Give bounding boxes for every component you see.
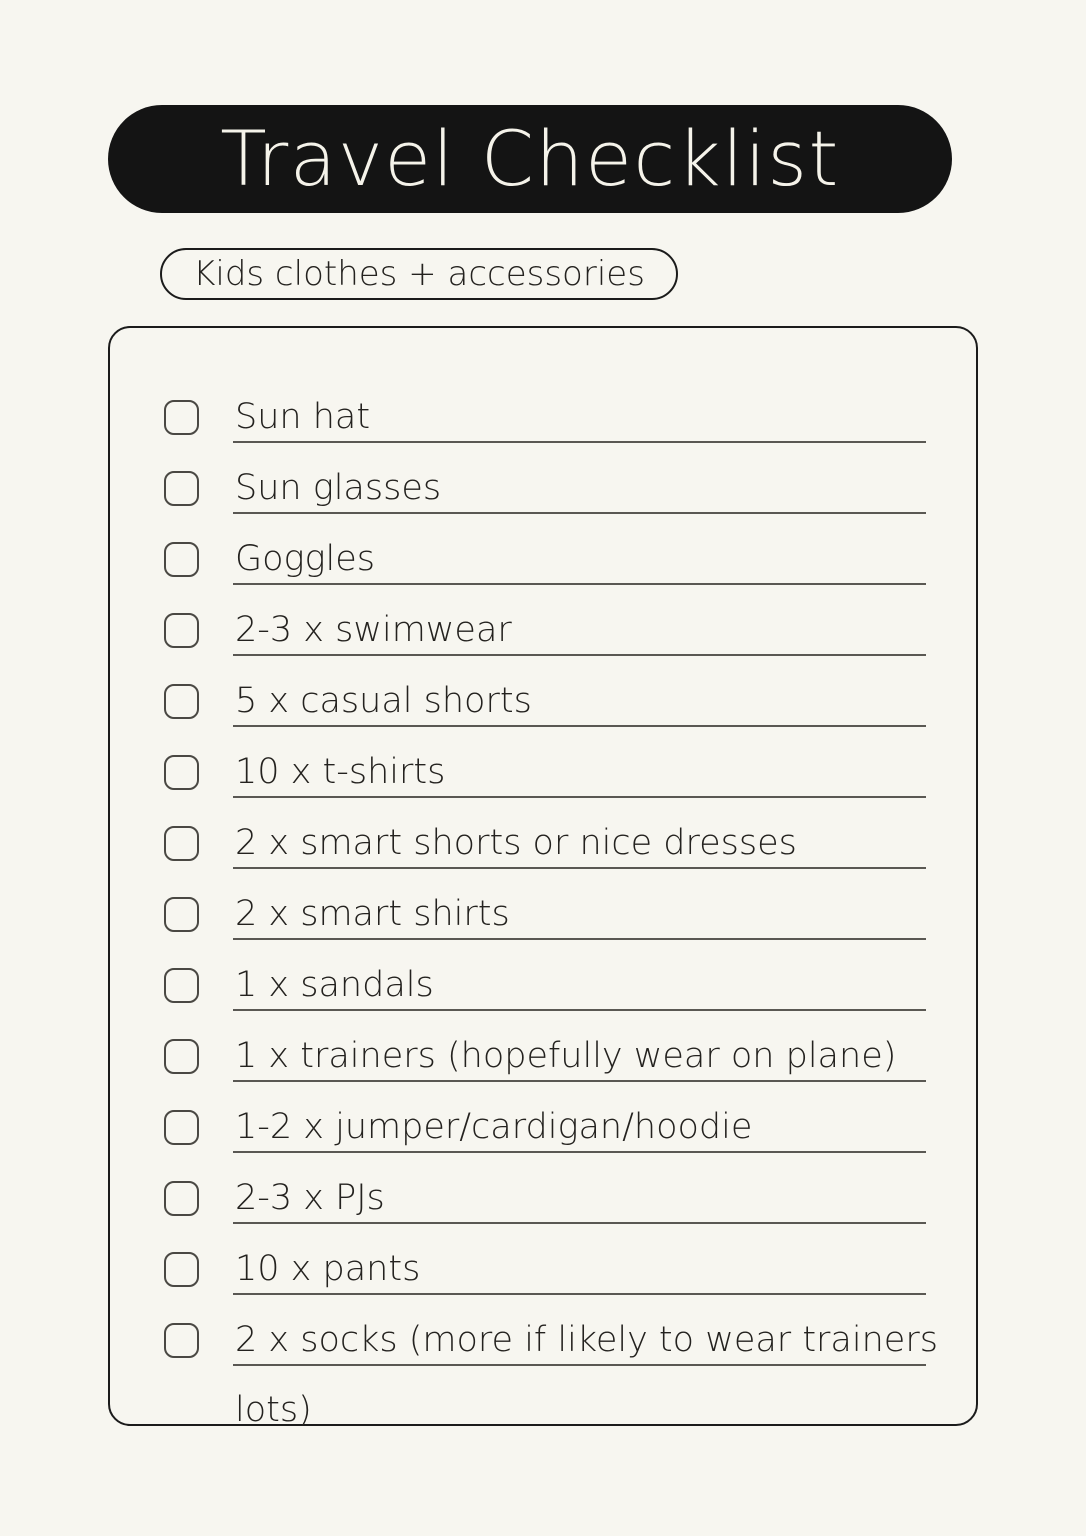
item-line: Sun hat — [233, 391, 928, 443]
page-title: Travel Checklist — [220, 114, 840, 203]
checkbox-icon[interactable] — [164, 1181, 199, 1216]
list-item[interactable]: Sun hat — [164, 391, 928, 462]
item-label-overflow: lots) — [235, 1390, 312, 1430]
checkbox-icon[interactable] — [164, 755, 199, 790]
item-label: 2 x smart shirts — [235, 894, 510, 934]
item-underline — [233, 725, 926, 727]
list-item[interactable]: Goggles — [164, 533, 928, 604]
item-underline — [233, 938, 926, 940]
list-item[interactable]: 5 x casual shorts — [164, 675, 928, 746]
item-underline — [233, 796, 926, 798]
list-item[interactable]: 2 x smart shorts or nice dresses — [164, 817, 928, 888]
item-label: 5 x casual shorts — [235, 681, 532, 721]
checkbox-icon[interactable] — [164, 1252, 199, 1287]
list-item[interactable]: 2-3 x PJs — [164, 1172, 928, 1243]
item-line: 2 x smart shorts or nice dresses — [233, 817, 928, 869]
item-underline — [233, 1009, 926, 1011]
item-underline — [233, 1364, 926, 1366]
item-label: 10 x pants — [235, 1249, 421, 1289]
item-line: 5 x casual shorts — [233, 675, 928, 727]
travel-checklist-page: { "colors": { "background": "#f7f6f0", "… — [0, 0, 1086, 1536]
item-line: Goggles — [233, 533, 928, 585]
item-label: 10 x t-shirts — [235, 752, 446, 792]
list-item[interactable]: 2 x smart shirts — [164, 888, 928, 959]
item-label: Sun hat — [235, 397, 371, 437]
item-label: 1-2 x jumper/cardigan/hoodie — [235, 1107, 753, 1147]
item-underline — [233, 1080, 926, 1082]
title-banner: Travel Checklist — [108, 105, 952, 213]
list-item[interactable]: 1 x sandals — [164, 959, 928, 1030]
item-line: 2 x smart shirts — [233, 888, 928, 940]
item-label: 1 x sandals — [235, 965, 434, 1005]
item-label: 2-3 x swimwear — [235, 610, 512, 650]
item-line: 1-2 x jumper/cardigan/hoodie — [233, 1101, 928, 1153]
item-label: Sun glasses — [235, 468, 442, 508]
list-item[interactable]: 2-3 x swimwear — [164, 604, 928, 675]
item-underline — [233, 1151, 926, 1153]
item-underline — [233, 654, 926, 656]
list-item[interactable]: 2 x socks (more if likely to wear traine… — [164, 1314, 938, 1454]
item-line: 2 x socks (more if likely to wear traine… — [233, 1314, 938, 1366]
list-item[interactable]: 1-2 x jumper/cardigan/hoodie — [164, 1101, 928, 1172]
item-underline — [233, 583, 926, 585]
checkbox-icon[interactable] — [164, 684, 199, 719]
item-underline — [233, 1293, 926, 1295]
checkbox-icon[interactable] — [164, 826, 199, 861]
item-line: 2-3 x swimwear — [233, 604, 928, 656]
list-item[interactable]: 1 x trainers (hopefully wear on plane) — [164, 1030, 928, 1101]
item-underline — [233, 867, 926, 869]
item-label: 1 x trainers (hopefully wear on plane) — [235, 1036, 897, 1076]
checkbox-icon[interactable] — [164, 613, 199, 648]
checkbox-icon[interactable] — [164, 542, 199, 577]
item-line: 1 x trainers (hopefully wear on plane) — [233, 1030, 928, 1082]
item-line: 2-3 x PJs — [233, 1172, 928, 1224]
list-item[interactable]: 10 x pants — [164, 1243, 928, 1314]
item-underline — [233, 441, 926, 443]
item-underline — [233, 1222, 926, 1224]
item-label: 2 x smart shorts or nice dresses — [235, 823, 797, 863]
checklist-card: Sun hat Sun glasses Goggles 2-3 x swimwe… — [108, 326, 978, 1430]
item-line: 1 x sandals — [233, 959, 928, 1011]
item-label: 2-3 x PJs — [235, 1178, 385, 1218]
item-line: 10 x t-shirts — [233, 746, 928, 798]
checkbox-icon[interactable] — [164, 1323, 199, 1358]
checkbox-icon[interactable] — [164, 400, 199, 435]
list-item[interactable]: 10 x t-shirts — [164, 746, 928, 817]
checkbox-icon[interactable] — [164, 897, 199, 932]
subtitle-chip: Kids clothes + accessories — [160, 248, 678, 300]
checkbox-icon[interactable] — [164, 1039, 199, 1074]
checkbox-icon[interactable] — [164, 968, 199, 1003]
item-line: 10 x pants — [233, 1243, 928, 1295]
item-line: Sun glasses — [233, 462, 928, 514]
item-underline — [233, 512, 926, 514]
list-item[interactable]: Sun glasses — [164, 462, 928, 533]
item-label: 2 x socks (more if likely to wear traine… — [235, 1320, 938, 1360]
checkbox-icon[interactable] — [164, 471, 199, 506]
checkbox-icon[interactable] — [164, 1110, 199, 1145]
checklist-items: Sun hat Sun glasses Goggles 2-3 x swimwe… — [164, 391, 938, 1454]
subtitle-label: Kids clothes + accessories — [193, 254, 645, 294]
item-label: Goggles — [235, 539, 376, 579]
